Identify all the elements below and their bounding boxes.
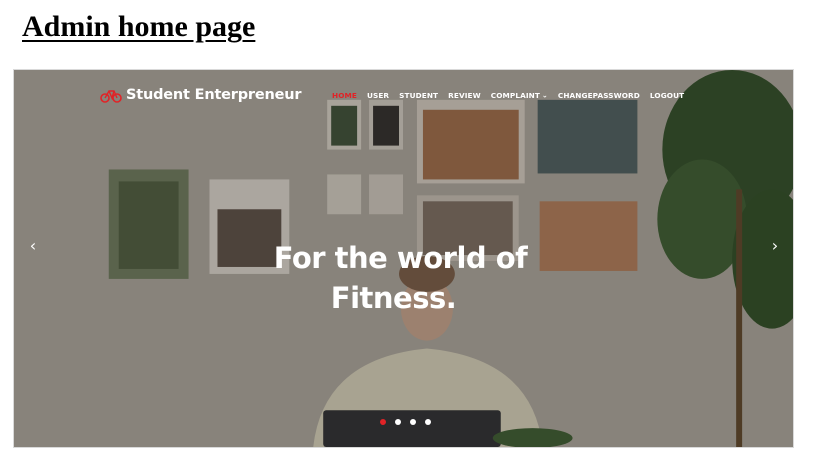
carousel-dot-2[interactable] (395, 419, 401, 425)
nav-item-student[interactable]: STUDENT (399, 91, 438, 100)
site-navbar: Student Enterpreneur HOME USER STUDENT R… (14, 70, 793, 124)
nav-item-home[interactable]: HOME (332, 91, 357, 100)
carousel-indicators (380, 419, 431, 425)
carousel-dot-3[interactable] (410, 419, 416, 425)
hero-title: For the world of Fitness. (14, 238, 793, 318)
website-screenshot: Student Enterpreneur HOME USER STUDENT R… (13, 69, 794, 448)
nav-item-complaint[interactable]: COMPLAINT ⌄ (491, 91, 548, 100)
brand-name: Student Enterpreneur (126, 87, 302, 103)
nav-item-review[interactable]: REVIEW (448, 91, 481, 100)
main-nav-menu: HOME USER STUDENT REVIEW COMPLAINT ⌄ CHA… (332, 91, 694, 100)
carousel-dot-4[interactable] (425, 419, 431, 425)
nav-item-complaint-label: COMPLAINT (490, 91, 540, 100)
hero-title-line1: For the world of (273, 241, 528, 275)
nav-item-changepassword[interactable]: CHANGEPASSWORD (558, 91, 640, 100)
site-brand[interactable]: Student Enterpreneur (100, 85, 302, 105)
bicycle-icon (100, 90, 122, 103)
hero-title-line2: Fitness. (330, 281, 457, 315)
chevron-down-icon: ⌄ (541, 91, 548, 99)
nav-item-logout[interactable]: LOGOUT (650, 91, 684, 100)
carousel-dot-1[interactable] (380, 419, 386, 425)
document-heading: Admin home page (22, 10, 256, 43)
nav-item-user[interactable]: USER (367, 91, 389, 100)
